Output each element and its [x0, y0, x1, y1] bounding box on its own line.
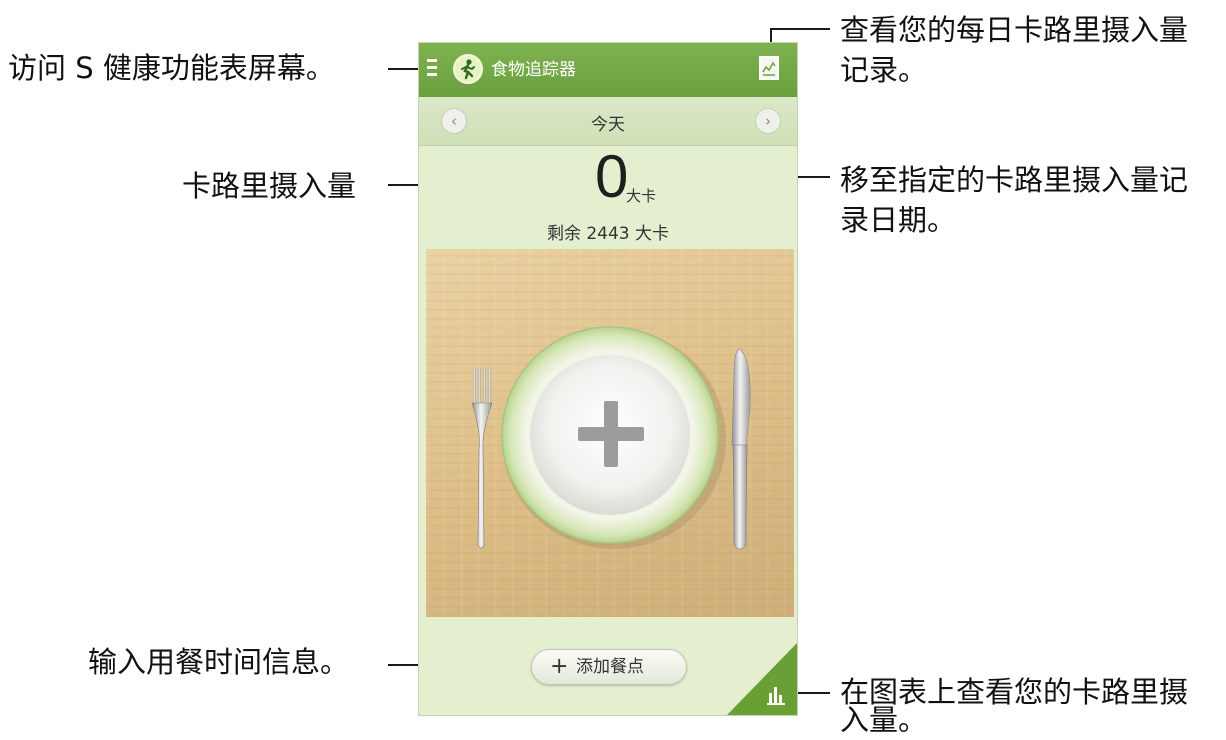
meal-table-image: [426, 249, 794, 617]
calories-remaining: 剩余 2443 大卡: [546, 224, 670, 244]
date-label[interactable]: 今天: [419, 110, 797, 135]
next-date-button[interactable]: ›: [755, 108, 781, 134]
walking-person-icon: [453, 54, 483, 84]
knife-icon: [731, 348, 751, 550]
callout-move-date-line1: 移至指定的卡路里摄入量记: [840, 163, 1189, 197]
chart-record-icon[interactable]: [759, 56, 779, 80]
callout-move-date-line2: 录日期。: [840, 203, 957, 237]
callout-input-meal: 输入用餐时间信息。: [88, 645, 350, 679]
add-meal-button[interactable]: + 添加餐点: [531, 649, 687, 685]
leader-daily-records: [770, 28, 830, 30]
date-navigation-bar: ‹ 今天 ›: [419, 97, 797, 146]
plus-icon: +: [550, 654, 569, 679]
phone-screen: 食物追踪器 ‹ 今天 › 0 大卡 剩余 2443 大卡 + 添加餐点: [418, 42, 798, 716]
callout-menu: 访问 S 健康功能表屏幕。: [8, 51, 335, 85]
callout-calorie-intake: 卡路里摄入量: [182, 169, 357, 203]
app-title: 食物追踪器: [491, 60, 576, 80]
menu-icon[interactable]: [427, 59, 439, 81]
calorie-intake-value: 0: [595, 143, 629, 210]
add-meal-label: 添加餐点: [576, 657, 644, 677]
callout-graph-line2: 入量。: [840, 703, 928, 737]
calorie-intake-unit: 大卡: [626, 187, 657, 205]
callout-daily-records-line2: 记录。: [840, 53, 928, 87]
callout-daily-records-line1: 查看您的每日卡路里摄入量: [840, 13, 1189, 47]
graph-view-button[interactable]: [727, 643, 797, 715]
plate-icon: [501, 326, 726, 549]
title-bar: 食物追踪器: [419, 43, 797, 97]
fork-icon: [471, 367, 493, 549]
